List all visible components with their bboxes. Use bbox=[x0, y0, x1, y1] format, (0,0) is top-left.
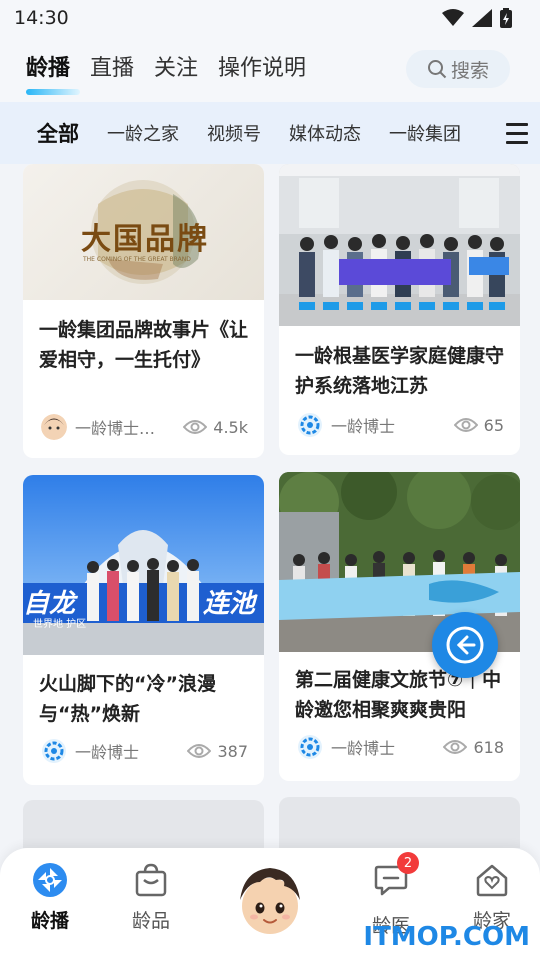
card-meta: 一龄博士 65 bbox=[297, 412, 504, 438]
tab-instructions[interactable]: 操作说明 bbox=[218, 50, 306, 82]
notification-badge: 2 bbox=[397, 852, 419, 874]
view-count: 618 bbox=[443, 738, 504, 757]
card-title: 火山脚下的“冷”浪漫与“热”焕新 bbox=[39, 673, 216, 725]
status-icons bbox=[442, 8, 512, 28]
shopping-bag-icon bbox=[135, 863, 167, 897]
category-menu-icon[interactable] bbox=[494, 102, 540, 164]
nav-label: 龄品 bbox=[131, 910, 170, 932]
arrow-left-circle-icon bbox=[446, 626, 484, 664]
feed-card-placeholder bbox=[23, 800, 264, 848]
tab-label: 龄播 bbox=[26, 56, 71, 81]
search-icon bbox=[427, 60, 447, 79]
tab-live[interactable]: 直播 bbox=[90, 50, 134, 82]
feed-card[interactable]: 大国品牌 THE COMING OF THE GREAT BRAND 一龄集团品… bbox=[23, 164, 264, 458]
status-time: 14:30 bbox=[14, 7, 69, 29]
view-count-value: 618 bbox=[473, 737, 504, 757]
view-count: 4.5k bbox=[183, 418, 248, 437]
battery-icon bbox=[500, 8, 512, 28]
author-avatar bbox=[298, 735, 322, 759]
view-count-value: 65 bbox=[483, 415, 504, 435]
feed-card[interactable]: 自龙 连池 世界地 护区 火山脚下的“冷”浪漫与“热”焕新 一龄博士 387 bbox=[23, 475, 264, 785]
nav-lingpin[interactable]: 龄品 bbox=[111, 862, 191, 933]
card-title: 一龄根基医学家庭健康守护系统落地江苏 bbox=[295, 345, 505, 397]
feed-card-placeholder bbox=[279, 797, 520, 848]
category-bar: 全部 一龄之家 视频号 媒体动态 一龄集团 bbox=[0, 102, 540, 164]
card-meta: 一龄博士… 4.5k bbox=[41, 414, 248, 440]
card-title: 一龄集团品牌故事片《让爱相守，一生托付》 bbox=[39, 319, 249, 371]
category-video[interactable]: 视频号 bbox=[207, 120, 261, 146]
eye-icon bbox=[443, 740, 468, 754]
home-heart-icon bbox=[476, 864, 508, 897]
top-tabs: 龄播 直播 关注 操作说明 bbox=[26, 50, 306, 95]
category-all[interactable]: 全部 bbox=[37, 118, 79, 148]
author-avatar bbox=[42, 739, 66, 763]
author-name: 一龄博士 bbox=[75, 743, 140, 762]
feed-card[interactable]: 一龄根基医学家庭健康守护系统落地江苏 一龄博士 65 bbox=[279, 164, 520, 455]
author-avatar bbox=[41, 414, 67, 440]
search-button[interactable]: 搜索 bbox=[406, 50, 510, 88]
author-avatar bbox=[298, 413, 322, 437]
author-name: 一龄博士 bbox=[331, 417, 396, 436]
card-meta: 一龄博士 618 bbox=[297, 734, 504, 760]
active-tab-indicator bbox=[26, 89, 80, 95]
aperture-icon bbox=[33, 863, 67, 897]
card-thumbnail: 大国品牌 THE COMING OF THE GREAT BRAND bbox=[23, 164, 264, 300]
card-thumbnail: 自龙 连池 世界地 护区 bbox=[23, 475, 264, 655]
eye-icon bbox=[187, 744, 212, 758]
category-media[interactable]: 媒体动态 bbox=[289, 120, 361, 146]
wifi-icon bbox=[442, 9, 464, 26]
thumb-brand-subtitle: THE COMING OF THE GREAT BRAND bbox=[83, 256, 191, 263]
category-group[interactable]: 一龄集团 bbox=[389, 120, 461, 146]
thumb-sign-bottom: 世界地 护区 bbox=[33, 619, 87, 630]
thumb-brand-text: 大国品牌 bbox=[81, 222, 209, 257]
nav-lingbo[interactable]: 龄播 bbox=[10, 862, 90, 933]
eye-icon bbox=[453, 418, 478, 432]
card-title: 第二届健康文旅节⑦｜中龄邀您相聚爽爽贵阳 bbox=[295, 669, 502, 721]
view-count-value: 387 bbox=[217, 741, 248, 761]
nav-label: 龄播 bbox=[30, 910, 69, 932]
card-meta: 一龄博士 387 bbox=[41, 738, 248, 764]
author-name: 一龄博士 bbox=[331, 739, 396, 758]
group-photo-image bbox=[279, 164, 520, 326]
category-yiling-home[interactable]: 一龄之家 bbox=[107, 120, 179, 146]
content-feed[interactable]: 大国品牌 THE COMING OF THE GREAT BRAND 一龄集团品… bbox=[0, 164, 540, 848]
tab-lingbo[interactable]: 龄播 bbox=[26, 50, 80, 95]
view-count: 65 bbox=[453, 415, 504, 435]
watermark-text: ITMOP.COM bbox=[363, 922, 530, 952]
back-fab-button[interactable] bbox=[432, 612, 498, 678]
eye-icon bbox=[183, 420, 208, 434]
thumb-sign-right: 连池 bbox=[203, 589, 256, 619]
view-count: 387 bbox=[187, 742, 248, 761]
author-name: 一龄博士… bbox=[75, 419, 156, 438]
status-bar: 14:30 bbox=[0, 0, 540, 36]
signal-icon bbox=[472, 9, 492, 27]
top-header: 龄播 直播 关注 操作说明 搜索 bbox=[0, 36, 540, 102]
chat-icon-wrapper: 2 bbox=[373, 852, 419, 903]
card-thumbnail bbox=[279, 164, 520, 326]
tab-follow[interactable]: 关注 bbox=[154, 50, 198, 82]
search-label: 搜索 bbox=[450, 59, 489, 82]
view-count-value: 4.5k bbox=[213, 417, 248, 437]
bottom-nav: 龄播 龄品 2 龄医 龄家 ITMOP.COM bbox=[0, 848, 540, 960]
mascot-avatar bbox=[240, 868, 300, 934]
nav-mascot[interactable] bbox=[230, 862, 310, 938]
